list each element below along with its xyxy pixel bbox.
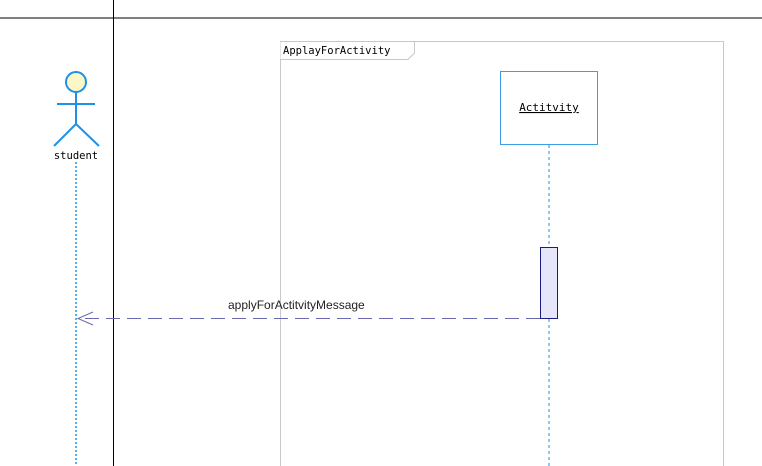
actor-student[interactable]: student	[53, 71, 100, 162]
object-actitvity[interactable]: Actitvity	[500, 71, 598, 145]
object-name: Actitvity	[519, 101, 579, 114]
actor-icon	[53, 71, 100, 147]
frame-title: ApplayForActivity	[283, 45, 390, 57]
message-apply-for-activity[interactable]: applyForActitvityMessage	[76, 298, 540, 326]
sequence-diagram-canvas: ApplayForActivity student Actitvity appl…	[0, 0, 762, 466]
message-label: applyForActitvityMessage	[228, 298, 365, 312]
actor-name: student	[54, 150, 98, 162]
activation-bar[interactable]	[540, 247, 558, 319]
